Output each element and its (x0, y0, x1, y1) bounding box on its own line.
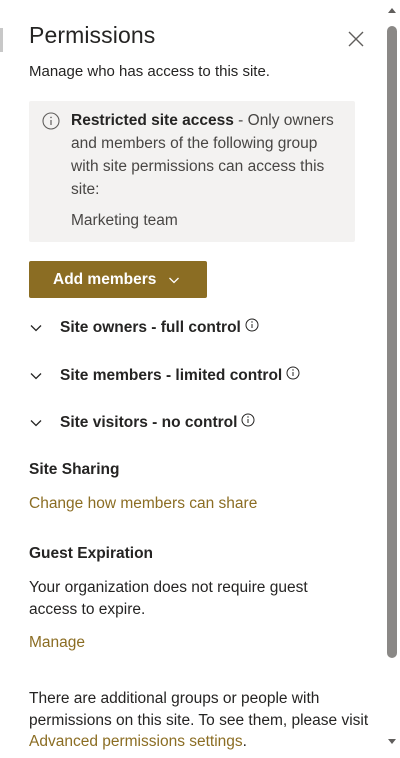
scroll-down-icon[interactable] (387, 738, 397, 746)
panel-subtitle: Manage who has access to this site. (29, 63, 270, 80)
guest-expiration-heading: Guest Expiration (29, 545, 154, 562)
info-icon[interactable] (241, 413, 255, 427)
close-icon (348, 31, 364, 47)
advanced-permissions-link[interactable]: Advanced permissions settings (29, 733, 243, 750)
scroll-up-icon[interactable] (387, 6, 397, 14)
chevron-down-icon (30, 420, 42, 427)
close-button[interactable] (344, 27, 368, 51)
vertical-scrollbar[interactable] (384, 0, 400, 758)
guest-expiration-text: Your organization does not require guest… (29, 579, 308, 618)
restricted-group-name: Marketing team (71, 212, 178, 229)
additional-permissions-text: There are additional groups or people wi… (29, 690, 369, 729)
additional-permissions-suffix: . (242, 733, 247, 750)
group-label: Site members - limited control (60, 367, 283, 384)
change-sharing-link[interactable]: Change how members can share (29, 495, 257, 513)
scroll-thumb[interactable] (387, 26, 397, 658)
add-members-label: Add members (53, 270, 157, 288)
info-icon[interactable] (286, 366, 300, 380)
group-site-owners[interactable]: Site owners - full control (29, 316, 259, 340)
group-site-members[interactable]: Site members - limited control (29, 364, 300, 388)
chevron-down-icon (169, 277, 180, 283)
group-label: Site owners - full control (60, 319, 241, 336)
additional-permissions-note: There are additional groups or people wi… (29, 688, 369, 753)
permissions-panel: Permissions Manage who has access to thi… (0, 0, 384, 758)
info-icon (42, 112, 60, 130)
manage-link[interactable]: Manage (29, 634, 85, 652)
group-label: Site visitors - no control (60, 414, 238, 431)
info-icon[interactable] (245, 318, 259, 332)
chevron-down-icon (30, 373, 42, 380)
group-site-visitors[interactable]: Site visitors - no control (29, 411, 255, 435)
restricted-access-title: Restricted site access (71, 112, 234, 129)
restricted-access-text: Restricted site access - Only owners and… (71, 109, 341, 201)
add-members-button[interactable]: Add members (29, 261, 207, 298)
panel-title: Permissions (29, 22, 156, 48)
restricted-access-notice: Restricted site access - Only owners and… (29, 101, 355, 242)
chevron-down-icon (30, 325, 42, 332)
site-sharing-heading: Site Sharing (29, 461, 120, 478)
